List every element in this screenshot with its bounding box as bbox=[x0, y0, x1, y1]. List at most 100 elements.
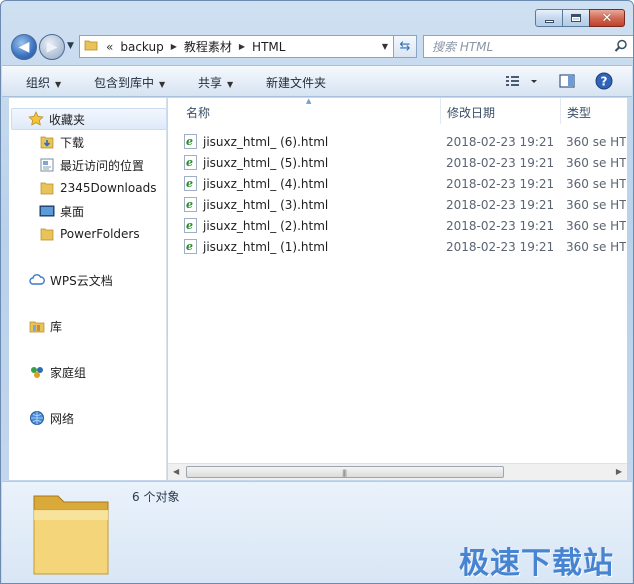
minimize-button[interactable] bbox=[535, 9, 563, 27]
new-folder-button[interactable]: 新建文件夹 bbox=[266, 74, 326, 91]
nav-wps-cloud[interactable]: WPS云文档 bbox=[29, 269, 113, 291]
dropdown-arrow-icon: ▼ bbox=[159, 80, 166, 89]
refresh-icon: ⇆ bbox=[399, 39, 411, 54]
column-header-type[interactable]: 类型 bbox=[567, 104, 591, 121]
file-date: 2018-02-23 19:21 bbox=[446, 156, 555, 170]
preview-pane-button[interactable] bbox=[558, 72, 576, 93]
organize-label: 组织 bbox=[26, 76, 51, 90]
file-row[interactable]: e jisuxz_html_ (6).html 2018-02-23 19:21 … bbox=[184, 131, 626, 152]
breadcrumb-html[interactable]: HTML bbox=[248, 40, 289, 54]
item-count: 6 个对象 bbox=[132, 490, 180, 504]
nav-item-powerfolders[interactable]: PowerFolders bbox=[39, 223, 140, 245]
file-name-cell: e jisuxz_html_ (1).html bbox=[184, 239, 328, 254]
scrollbar-thumb[interactable]: ||| bbox=[186, 466, 504, 478]
nav-item-label: PowerFolders bbox=[60, 227, 140, 241]
scroll-left-icon[interactable]: ◀ bbox=[173, 467, 179, 476]
nav-item-desktop[interactable]: 桌面 bbox=[39, 200, 84, 222]
file-row[interactable]: e jisuxz_html_ (2).html 2018-02-23 19:21 … bbox=[184, 215, 626, 236]
view-list-icon bbox=[506, 76, 537, 86]
back-arrow-icon: ◀ bbox=[18, 39, 30, 55]
breadcrumb-overflow[interactable]: « bbox=[98, 40, 116, 54]
file-name: jisuxz_html_ (3).html bbox=[203, 197, 329, 212]
nav-libraries[interactable]: 库 bbox=[29, 315, 62, 337]
include-in-library-button[interactable]: 包含到库中 ▼ bbox=[94, 74, 165, 91]
column-header-date-modified[interactable]: 修改日期 bbox=[447, 104, 495, 121]
nav-homegroup[interactable]: 家庭组 bbox=[29, 361, 86, 383]
library-icon bbox=[29, 318, 45, 334]
column-divider[interactable] bbox=[560, 98, 561, 124]
help-button[interactable]: ? bbox=[594, 71, 614, 94]
include-in-library-label: 包含到库中 bbox=[94, 76, 155, 90]
nav-item-recent-places[interactable]: 最近访问的位置 bbox=[39, 154, 144, 176]
back-button[interactable]: ◀ bbox=[11, 34, 37, 60]
breadcrumb-backup[interactable]: backup bbox=[116, 40, 167, 54]
column-headers: ▲ 名称 修改日期 类型 bbox=[168, 97, 627, 124]
nav-item-2345downloads[interactable]: 2345Downloads bbox=[39, 177, 156, 199]
file-date: 2018-02-23 19:21 bbox=[446, 135, 555, 149]
html-file-icon: e bbox=[184, 176, 197, 191]
homegroup-icon bbox=[29, 364, 45, 380]
file-row[interactable]: e jisuxz_html_ (4).html 2018-02-23 19:21 … bbox=[184, 173, 626, 194]
file-type: 360 se HTML bbox=[566, 219, 626, 233]
nav-item-label: 下载 bbox=[60, 135, 85, 150]
dropdown-arrow-icon: ▼ bbox=[55, 80, 62, 89]
maximize-icon bbox=[571, 14, 581, 22]
nav-item-downloads[interactable]: 下载 bbox=[39, 131, 84, 153]
change-view-button[interactable] bbox=[504, 72, 544, 93]
html-file-icon: e bbox=[184, 239, 197, 254]
file-type: 360 se HTML bbox=[566, 198, 626, 212]
watermark-text: 极速下载站 bbox=[459, 546, 614, 581]
file-row[interactable]: e jisuxz_html_ (1).html 2018-02-23 19:21 … bbox=[184, 236, 626, 257]
file-date: 2018-02-23 19:21 bbox=[446, 240, 555, 254]
recent-places-icon bbox=[39, 157, 55, 173]
share-label: 共享 bbox=[198, 76, 223, 90]
address-history-dropdown-icon[interactable]: ▼ bbox=[382, 42, 388, 51]
forward-button[interactable]: ▶ bbox=[39, 34, 65, 60]
nav-homegroup-label: 家庭组 bbox=[50, 365, 87, 380]
dropdown-arrow-icon: ▼ bbox=[227, 80, 234, 89]
close-button[interactable]: ✕ bbox=[589, 9, 625, 27]
file-list: ▲ 名称 修改日期 类型 e jisuxz_html_ (6).html 2018… bbox=[168, 97, 627, 480]
html-file-icon: e bbox=[184, 218, 197, 233]
file-row[interactable]: e jisuxz_html_ (5).html 2018-02-23 19:21 … bbox=[184, 152, 626, 173]
nav-libraries-label: 库 bbox=[50, 319, 63, 334]
organize-button[interactable]: 组织 ▼ bbox=[26, 74, 61, 91]
nav-wps-cloud-label: WPS云文档 bbox=[50, 273, 113, 288]
grip-icon: ||| bbox=[342, 469, 347, 477]
breadcrumb-tutorial-materials[interactable]: 教程素材 bbox=[180, 38, 236, 55]
file-name: jisuxz_html_ (6).html bbox=[203, 134, 329, 149]
command-bar: 组织 ▼ 包含到库中 ▼ 共享 ▼ 新建文件夹 ? bbox=[2, 65, 632, 97]
column-divider[interactable] bbox=[440, 98, 441, 124]
share-button[interactable]: 共享 ▼ bbox=[198, 74, 233, 91]
nav-favorites[interactable]: 收藏夹 bbox=[11, 108, 167, 130]
explorer-window: ✕ ◀ ▶ ▼ « backup ▶ 教程素材 ▶ HTML ▼ ⇆ 搜索 HT… bbox=[0, 0, 634, 584]
maximize-button[interactable] bbox=[562, 9, 590, 27]
file-row[interactable]: e jisuxz_html_ (3).html 2018-02-23 19:21 … bbox=[184, 194, 626, 215]
breadcrumb-chevron-icon[interactable]: ▶ bbox=[236, 42, 248, 51]
navigation-pane: 收藏夹 下载 最近访问的位置 2345Downloads 桌面 PowerFol… bbox=[9, 98, 167, 480]
star-icon bbox=[28, 111, 44, 127]
column-header-name[interactable]: 名称 bbox=[186, 104, 210, 121]
folder-icon bbox=[39, 180, 55, 196]
search-input[interactable] bbox=[432, 39, 602, 54]
file-name: jisuxz_html_ (5).html bbox=[203, 155, 329, 170]
address-bar[interactable]: « backup ▶ 教程素材 ▶ HTML ▼ bbox=[79, 35, 395, 58]
cloud-icon bbox=[29, 272, 45, 288]
search-icon[interactable] bbox=[614, 39, 628, 56]
nav-network-label: 网络 bbox=[50, 411, 75, 426]
html-file-icon: e bbox=[184, 197, 197, 212]
horizontal-scrollbar[interactable]: ◀ ||| ▶ bbox=[168, 463, 627, 480]
nav-network[interactable]: 网络 bbox=[29, 407, 74, 429]
html-file-icon: e bbox=[184, 134, 197, 149]
file-type: 360 se HTML bbox=[566, 240, 626, 254]
file-date: 2018-02-23 19:21 bbox=[446, 219, 555, 233]
file-date: 2018-02-23 19:21 bbox=[446, 198, 555, 212]
breadcrumb-chevron-icon[interactable]: ▶ bbox=[168, 42, 180, 51]
download-folder-icon bbox=[39, 134, 55, 150]
large-folder-icon bbox=[28, 486, 114, 581]
scroll-right-icon[interactable]: ▶ bbox=[616, 467, 622, 476]
window-controls: ✕ bbox=[535, 9, 625, 27]
refresh-button[interactable]: ⇆ bbox=[393, 35, 417, 58]
file-name-cell: e jisuxz_html_ (2).html bbox=[184, 218, 328, 233]
recent-pages-dropdown-icon[interactable]: ▼ bbox=[67, 41, 74, 51]
